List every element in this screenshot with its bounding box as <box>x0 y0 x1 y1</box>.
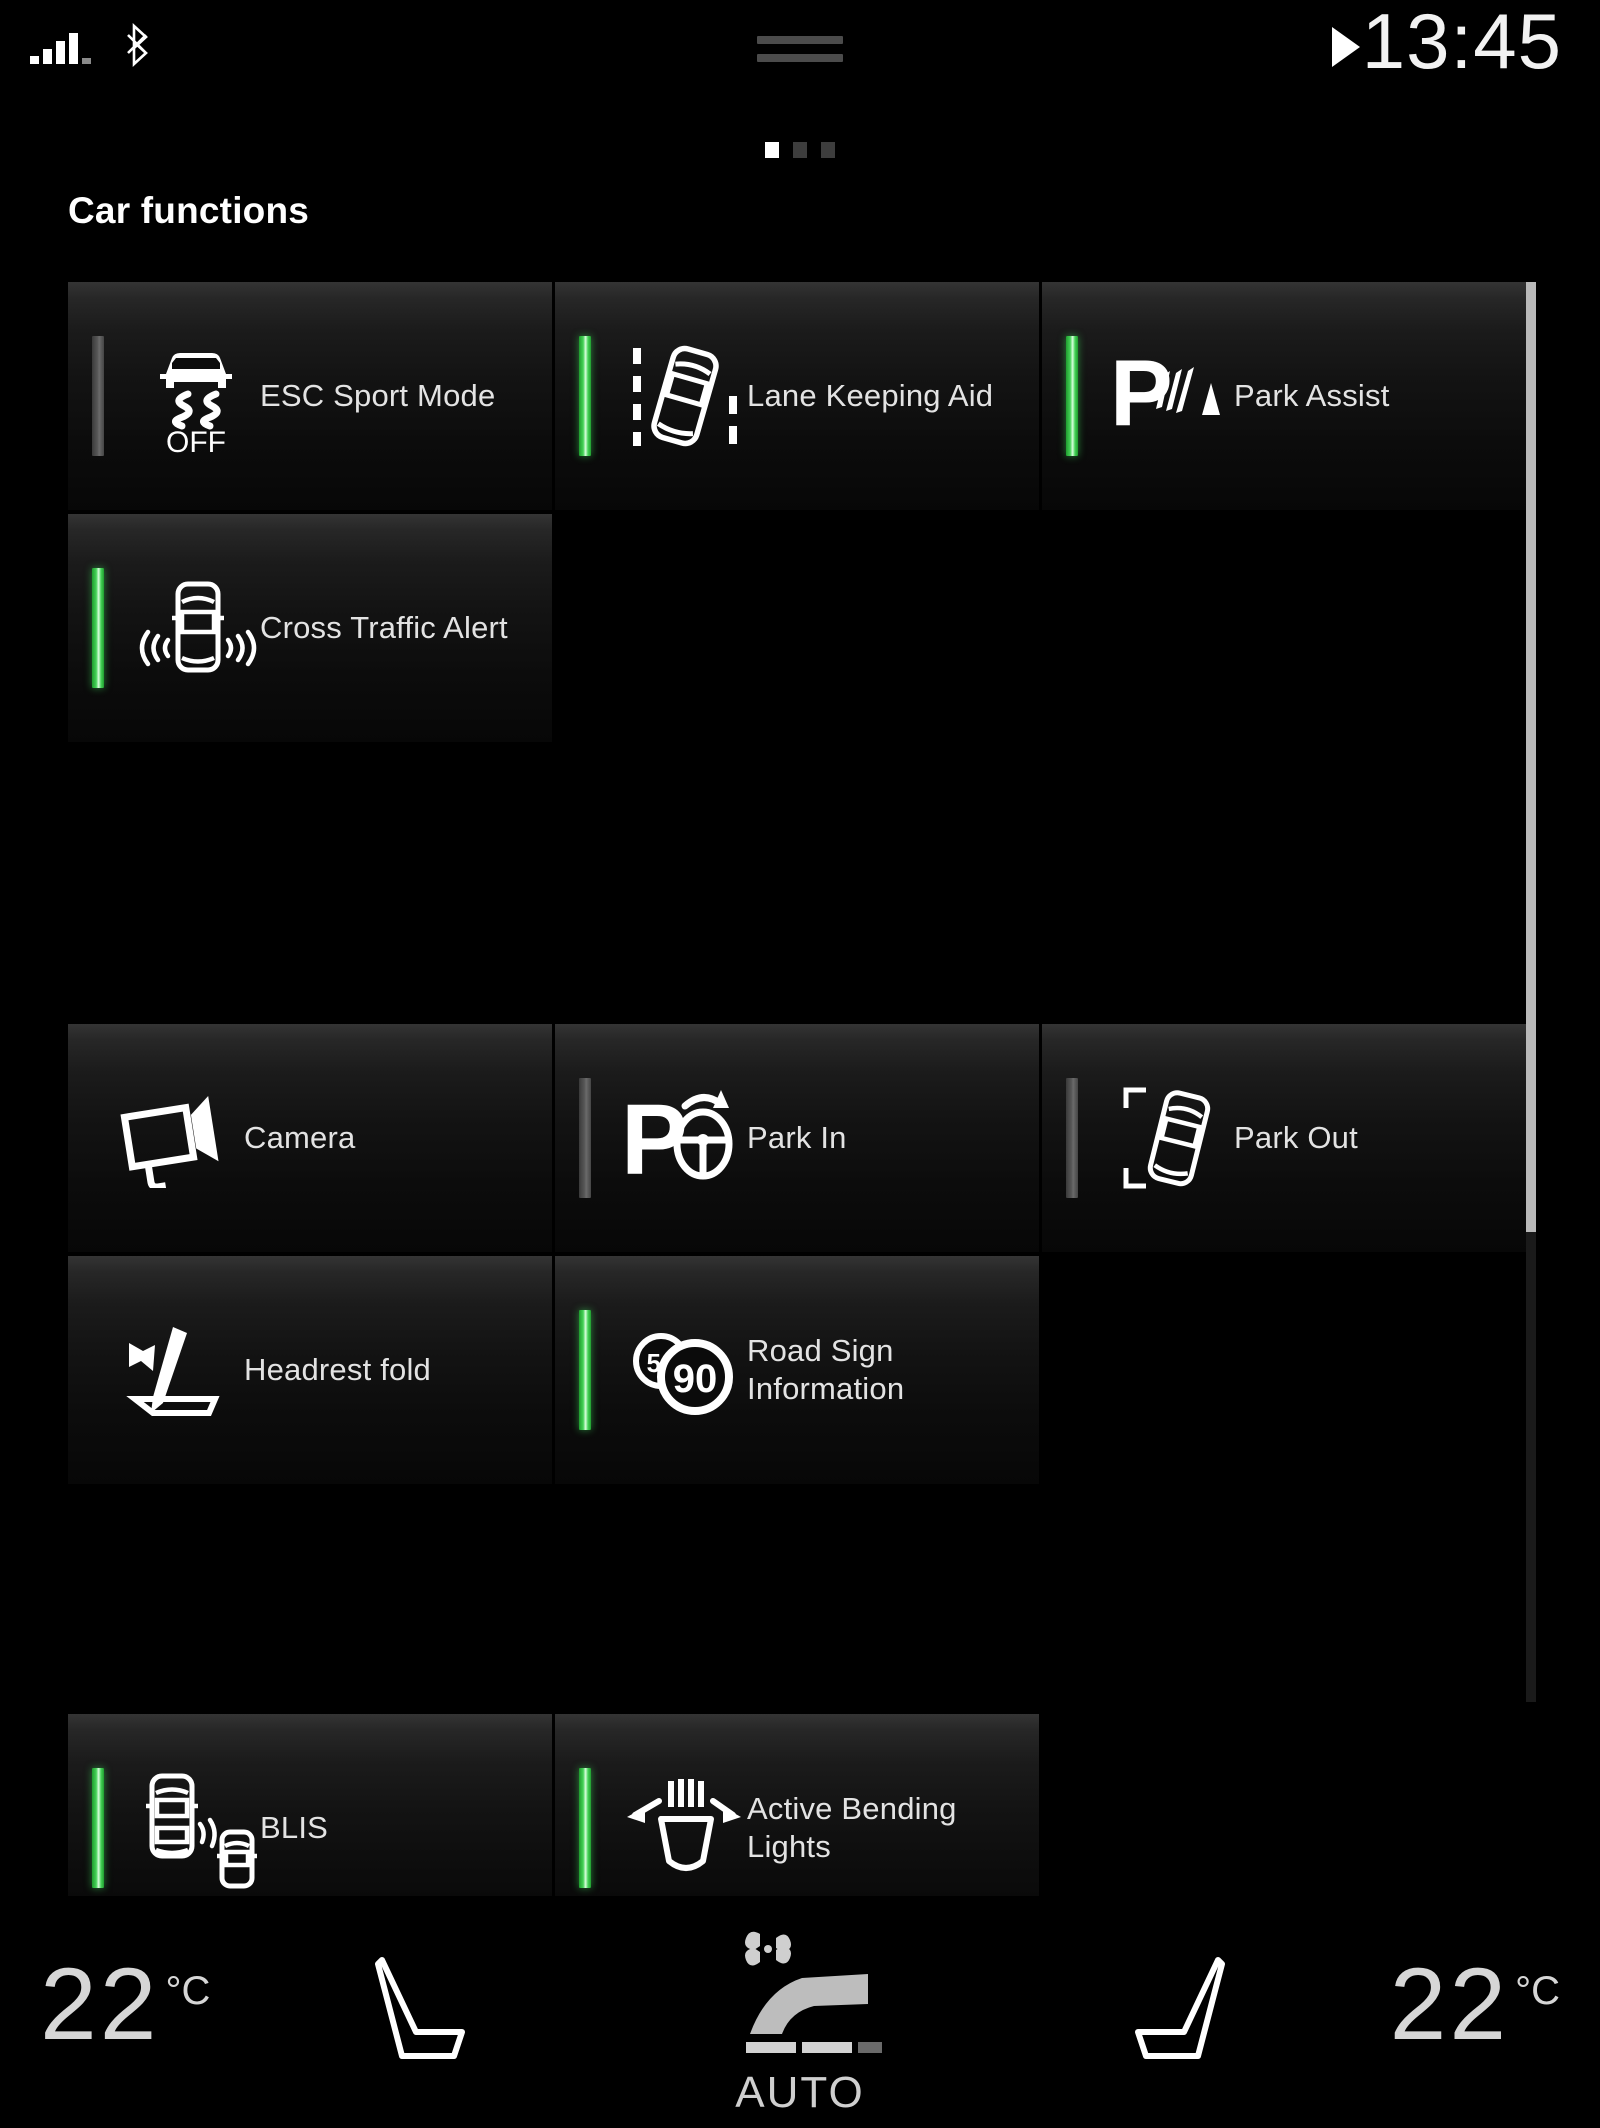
blis-icon <box>134 1766 258 1890</box>
seat-heater-left-icon[interactable] <box>358 1952 478 2062</box>
tile-park-in[interactable]: P Park In <box>555 1024 1039 1252</box>
drag-handle-icon[interactable] <box>757 36 843 62</box>
status-indicator <box>92 336 104 456</box>
park-in-icon: P <box>621 1076 745 1200</box>
tile-label: Park In <box>747 1120 847 1155</box>
road-sign-information-icon: 50 90 <box>621 1308 745 1432</box>
status-indicator <box>579 1310 591 1430</box>
right-temperature-unit: °C <box>1515 1969 1560 2013</box>
status-indicator <box>92 568 104 688</box>
page-indicator[interactable] <box>765 142 835 158</box>
status-indicator <box>92 1768 104 1888</box>
tile-label: Camera <box>244 1120 356 1155</box>
tile-esc-sport-mode[interactable]: OFF ESC Sport Mode <box>68 282 552 510</box>
signal-bars-icon <box>30 28 91 64</box>
tile-label: Active Bending Lights <box>747 1791 957 1864</box>
climate-bar: 22 °C AUTO 22 °C <box>0 1896 1600 2128</box>
tile-label: Cross Traffic Alert <box>260 610 508 645</box>
play-icon <box>1328 24 1362 70</box>
svg-text:90: 90 <box>673 1357 718 1401</box>
tile-label: Headrest fold <box>244 1352 431 1387</box>
esc-sport-mode-icon: OFF <box>134 334 258 458</box>
tile-road-sign-information[interactable]: 50 90 Road Sign Information <box>555 1256 1039 1484</box>
status-indicator <box>579 336 591 456</box>
status-indicator <box>579 1768 591 1888</box>
tile-park-out[interactable]: Park Out <box>1042 1024 1526 1252</box>
svg-text:OFF: OFF <box>166 426 226 456</box>
status-indicator <box>1066 1078 1078 1198</box>
tile-lane-keeping-aid[interactable]: Lane Keeping Aid <box>555 282 1039 510</box>
park-out-icon <box>1108 1076 1232 1200</box>
left-temperature-value: 22 <box>40 1947 160 2061</box>
tile-empty-2 <box>1042 514 1526 742</box>
vertical-scrollbar-thumb[interactable] <box>1526 282 1536 1232</box>
tile-label: ESC Sport Mode <box>260 378 496 413</box>
tile-label: Park Assist <box>1234 378 1390 413</box>
tile-headrest-fold[interactable]: Headrest fold <box>68 1256 552 1484</box>
page-dot-3[interactable] <box>821 142 835 158</box>
auto-climate-label: AUTO <box>735 2068 865 2117</box>
bluetooth-icon <box>120 22 160 68</box>
page-title: Car functions <box>68 190 310 231</box>
lane-keeping-aid-icon <box>621 334 745 458</box>
auto-climate-icon[interactable]: AUTO <box>690 1924 910 2117</box>
tile-park-assist[interactable]: P Park Assist <box>1042 282 1526 510</box>
car-functions-grid: OFF ESC Sport Mode Lane Keeping Aid P Pa… <box>68 282 1530 1942</box>
clock: 13:45 <box>1361 0 1562 85</box>
tile-label: BLIS <box>260 1810 329 1845</box>
seat-heater-right-icon[interactable] <box>1122 1952 1242 2062</box>
right-temperature[interactable]: 22 °C <box>1390 1946 1560 2063</box>
left-temperature[interactable]: 22 °C <box>40 1946 210 2063</box>
tile-empty-3 <box>1042 1256 1526 1484</box>
tile-label: Lane Keeping Aid <box>747 378 994 413</box>
tile-camera[interactable]: Camera <box>68 1024 552 1252</box>
tile-label: Park Out <box>1234 1120 1358 1155</box>
status-bar: 13:45 <box>0 0 1600 118</box>
status-indicator <box>1066 336 1078 456</box>
left-temperature-unit: °C <box>165 1969 211 2013</box>
camera-icon <box>116 1076 240 1200</box>
right-temperature-value: 22 <box>1389 1947 1510 2061</box>
cross-traffic-alert-icon <box>134 566 258 690</box>
tile-label: Road Sign Information <box>747 1333 905 1406</box>
status-indicator <box>579 1078 591 1198</box>
headrest-fold-icon <box>116 1308 240 1432</box>
page-dot-2[interactable] <box>793 142 807 158</box>
page-dot-1[interactable] <box>765 142 779 158</box>
tile-empty-1 <box>555 514 1039 742</box>
park-assist-icon: P <box>1108 334 1232 458</box>
active-bending-lights-icon <box>621 1766 745 1890</box>
tile-cross-traffic-alert[interactable]: Cross Traffic Alert <box>68 514 552 742</box>
